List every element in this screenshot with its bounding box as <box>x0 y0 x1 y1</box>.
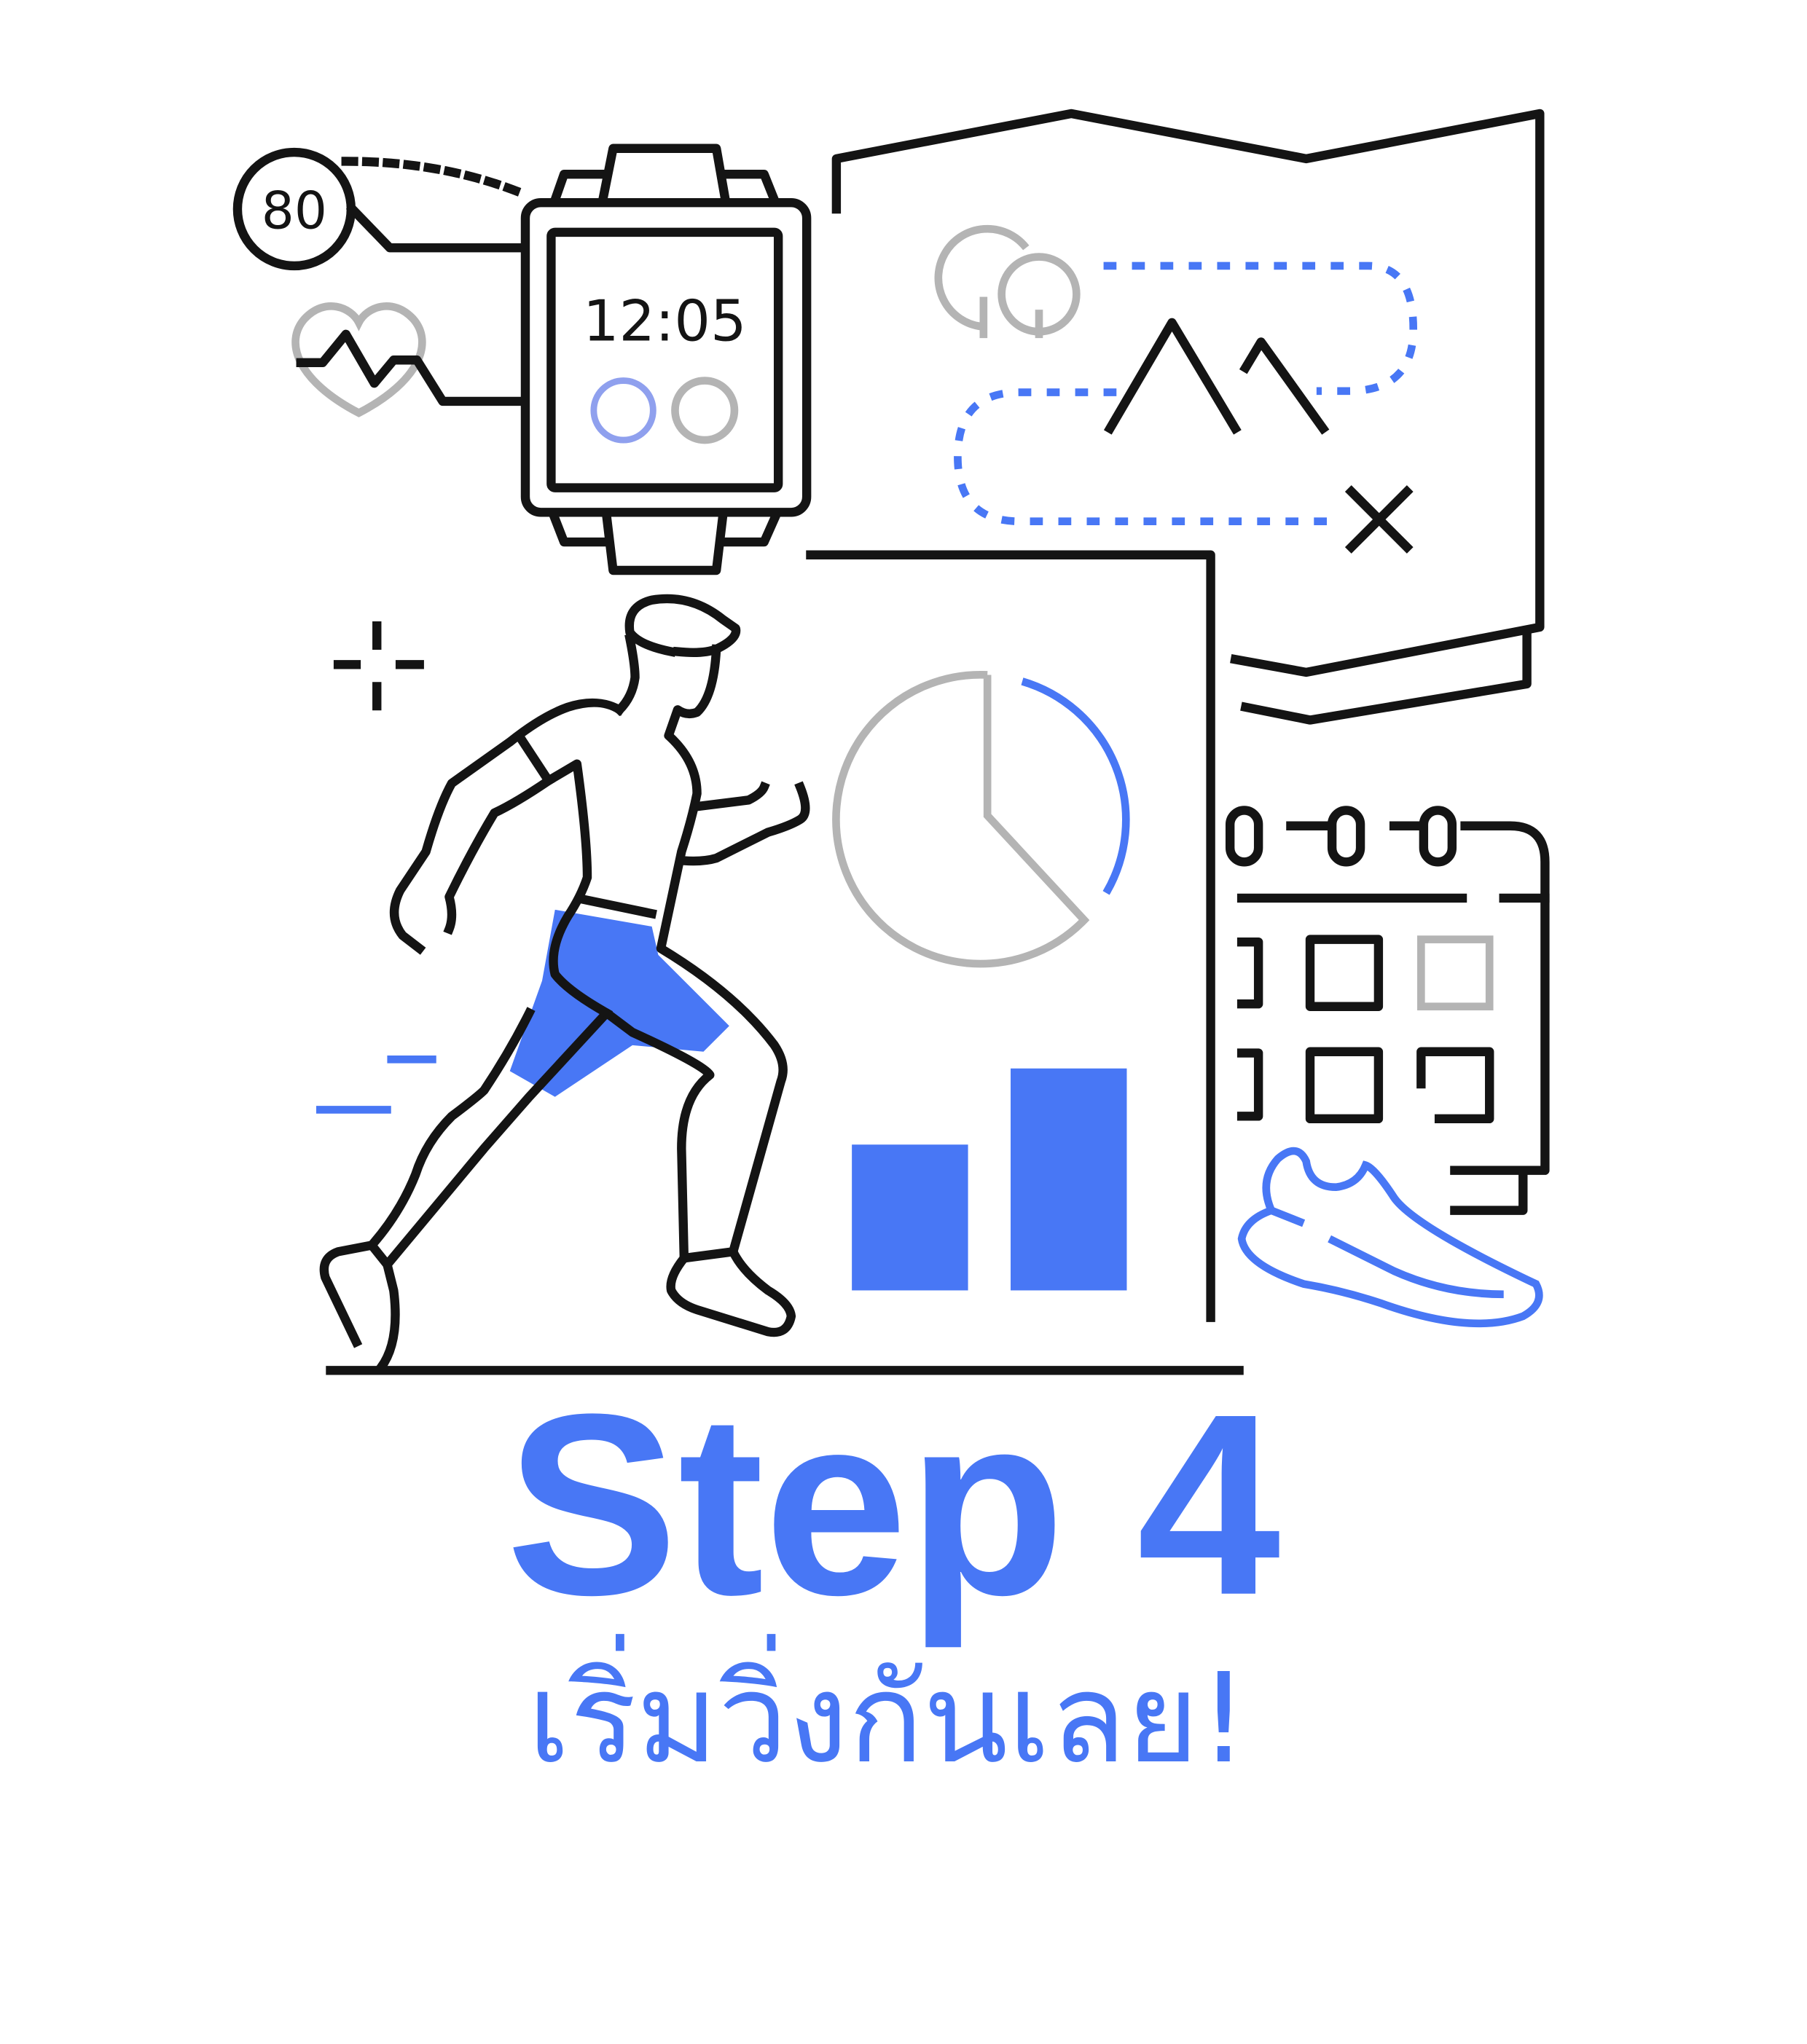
watch-time: 12:05 <box>583 289 747 355</box>
sparkle-icon <box>333 621 424 711</box>
bar-short <box>852 1144 968 1291</box>
smartwatch-icon: 12:05 <box>520 144 812 575</box>
bar-tall <box>1011 1068 1127 1291</box>
runner-figure <box>319 594 810 1375</box>
map-icon <box>831 109 1545 725</box>
running-illustration: 80 12:05 Step 4 เริ่มวิ่งกันเลย! <box>232 109 1550 1791</box>
pie-slice-small <box>1021 677 1130 895</box>
stats-board <box>806 550 1215 1322</box>
pie-slice-large <box>832 670 1090 968</box>
calendar-icon <box>1225 806 1550 1215</box>
speed-lines <box>316 1056 436 1114</box>
shoe-icon <box>1237 1147 1543 1328</box>
step-subtitle: เริ่มวิ่งกันเลย! <box>528 1634 1248 1791</box>
heart-pulse-icon <box>291 302 528 417</box>
step-title: Step 4 <box>506 1361 1282 1650</box>
heart-rate-badge: 80 <box>232 147 528 271</box>
heart-rate-value: 80 <box>262 181 327 241</box>
